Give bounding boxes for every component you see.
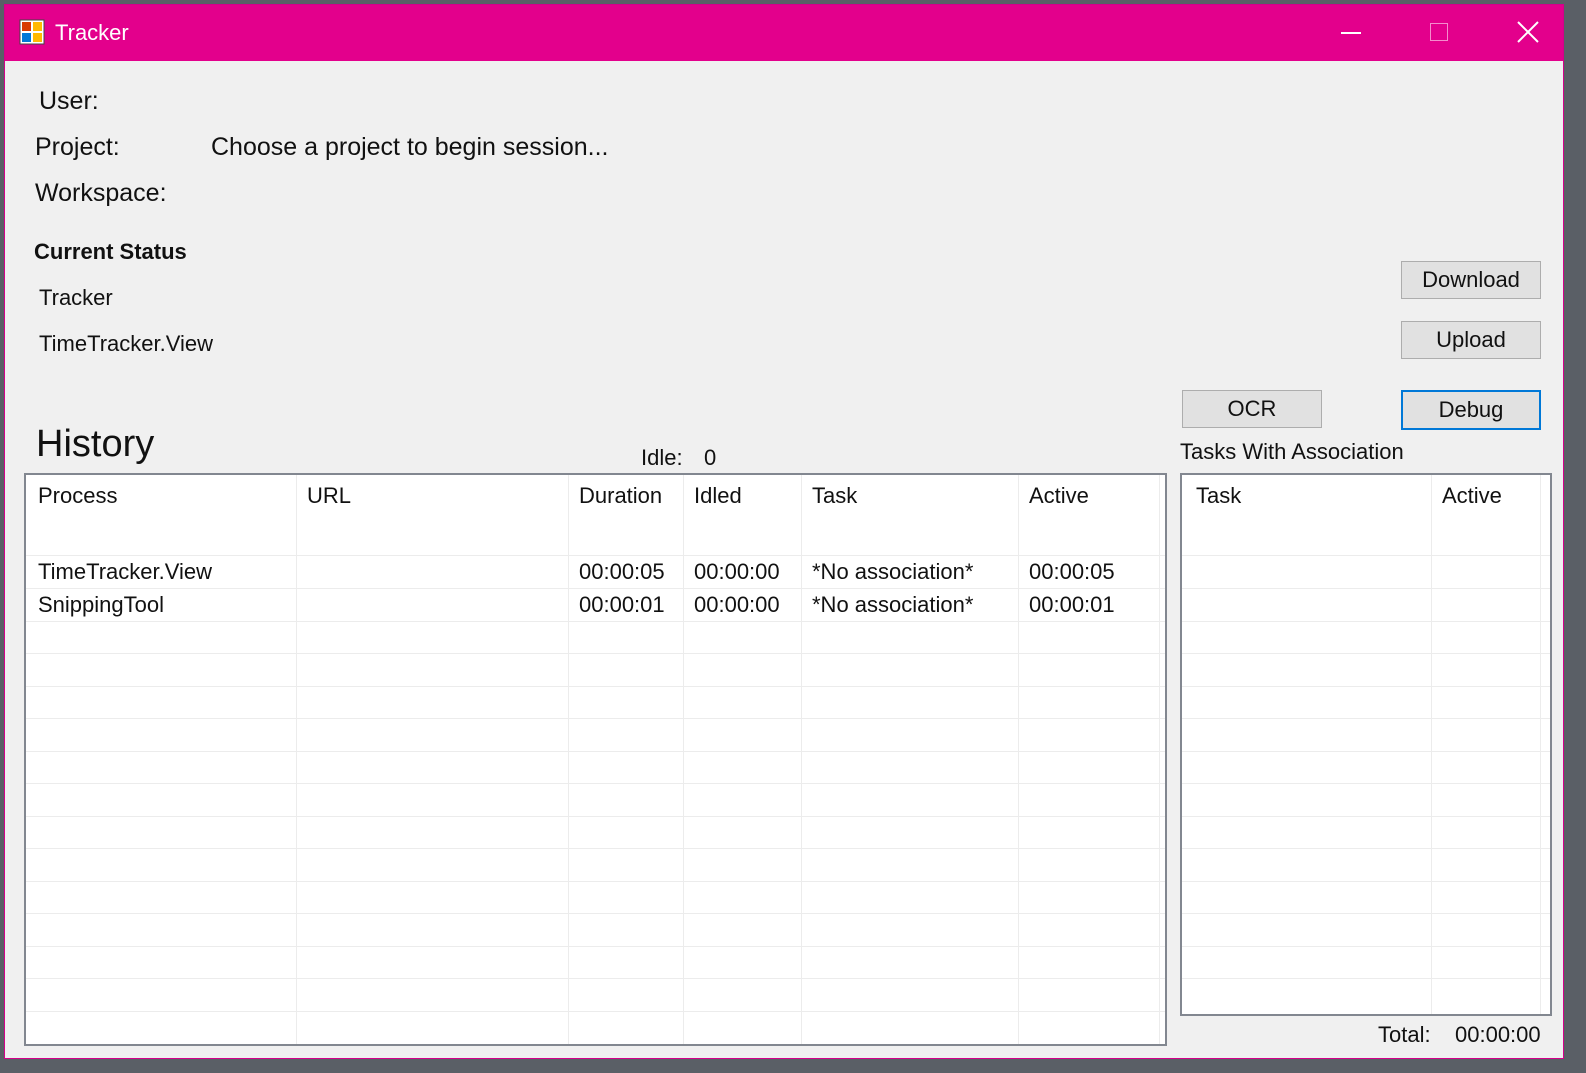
minimize-button[interactable] bbox=[1305, 5, 1395, 61]
cell-process: SnippingTool bbox=[38, 592, 164, 617]
download-button[interactable]: Download bbox=[1401, 261, 1541, 299]
history-heading: History bbox=[36, 423, 155, 465]
current-status-heading: Current Status bbox=[34, 239, 187, 264]
title-bar[interactable]: Tracker bbox=[5, 5, 1563, 61]
upload-button[interactable]: Upload bbox=[1401, 321, 1541, 359]
app-icon bbox=[19, 19, 45, 45]
cell-idled: 00:00:00 bbox=[694, 559, 780, 584]
ocr-button[interactable]: OCR bbox=[1182, 390, 1322, 428]
close-button[interactable] bbox=[1483, 5, 1573, 61]
column-header-task[interactable]: Task bbox=[812, 483, 857, 509]
history-grid[interactable]: Process URL Duration Idled Task Active T… bbox=[24, 473, 1167, 1046]
cell-task: *No association* bbox=[812, 592, 974, 617]
workspace-label: Workspace: bbox=[35, 179, 167, 207]
user-label: User: bbox=[39, 87, 99, 115]
minimize-icon bbox=[1341, 32, 1361, 34]
close-icon bbox=[1517, 21, 1539, 43]
cell-process: TimeTracker.View bbox=[38, 559, 213, 584]
column-header-idled[interactable]: Idled bbox=[694, 483, 742, 509]
cell-duration: 00:00:01 bbox=[579, 592, 665, 617]
maximize-icon bbox=[1430, 23, 1448, 41]
column-header-active[interactable]: Active bbox=[1442, 483, 1502, 509]
idle-value: 0 bbox=[704, 445, 717, 470]
total-value: 00:00:00 bbox=[1455, 1022, 1541, 1047]
column-header-task[interactable]: Task bbox=[1196, 483, 1241, 509]
status-line-1: Tracker bbox=[39, 285, 113, 310]
cell-duration: 00:00:05 bbox=[579, 559, 665, 584]
column-header-url[interactable]: URL bbox=[307, 483, 351, 509]
debug-button[interactable]: Debug bbox=[1401, 390, 1541, 430]
window-title: Tracker bbox=[55, 20, 129, 45]
total-label: Total: bbox=[1378, 1022, 1431, 1047]
column-header-process[interactable]: Process bbox=[38, 483, 117, 509]
cell-idled: 00:00:00 bbox=[694, 592, 780, 617]
status-line-2: TimeTracker.View bbox=[39, 331, 214, 356]
idle-label: Idle: bbox=[641, 445, 683, 470]
tracker-window: Tracker User: Project: Choose a project … bbox=[4, 4, 1564, 1059]
tasks-grid[interactable]: Task Active bbox=[1180, 473, 1552, 1016]
cell-active: 00:00:01 bbox=[1029, 592, 1115, 617]
cell-active: 00:00:05 bbox=[1029, 559, 1115, 584]
project-value: Choose a project to begin session... bbox=[211, 133, 609, 161]
project-label: Project: bbox=[35, 133, 120, 161]
column-header-active[interactable]: Active bbox=[1029, 483, 1089, 509]
cell-task: *No association* bbox=[812, 559, 974, 584]
maximize-button bbox=[1395, 5, 1485, 61]
column-header-duration[interactable]: Duration bbox=[579, 483, 662, 509]
tasks-with-association-label: Tasks With Association bbox=[1180, 439, 1404, 464]
